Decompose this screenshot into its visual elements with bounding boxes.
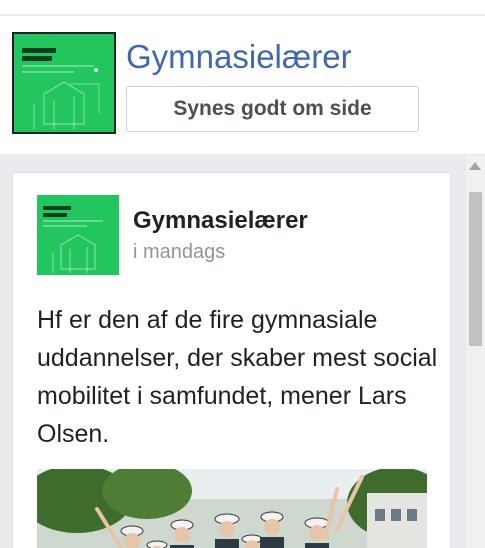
post-text: Hf er den af de fire gymnasiale uddannel… bbox=[37, 306, 438, 448]
feed-scrollbar[interactable] bbox=[466, 156, 485, 548]
page-title[interactable]: Gymnasielærer bbox=[126, 38, 352, 76]
post-timestamp[interactable]: i mandags bbox=[133, 241, 225, 264]
like-page-button[interactable]: Synes godt om side bbox=[126, 86, 419, 132]
graduation-photo bbox=[37, 469, 427, 548]
scrollbar-thumb[interactable] bbox=[469, 192, 482, 346]
gymnasieskolen-logo-icon bbox=[14, 34, 114, 132]
post-image[interactable] bbox=[37, 469, 427, 548]
post-feed: Gymnasielærer i mandags Hf er den af de … bbox=[0, 156, 466, 548]
page-profile-picture[interactable] bbox=[12, 32, 116, 134]
post-avatar[interactable] bbox=[37, 195, 119, 275]
page-header: Gymnasielærer Synes godt om side bbox=[0, 16, 485, 154]
gymnasieskolen-avatar-icon bbox=[37, 195, 119, 275]
post-author[interactable]: Gymnasielærer bbox=[133, 207, 308, 235]
post-card: Gymnasielærer i mandags Hf er den af de … bbox=[12, 172, 451, 548]
scroll-up-arrow-icon[interactable] bbox=[469, 162, 481, 170]
